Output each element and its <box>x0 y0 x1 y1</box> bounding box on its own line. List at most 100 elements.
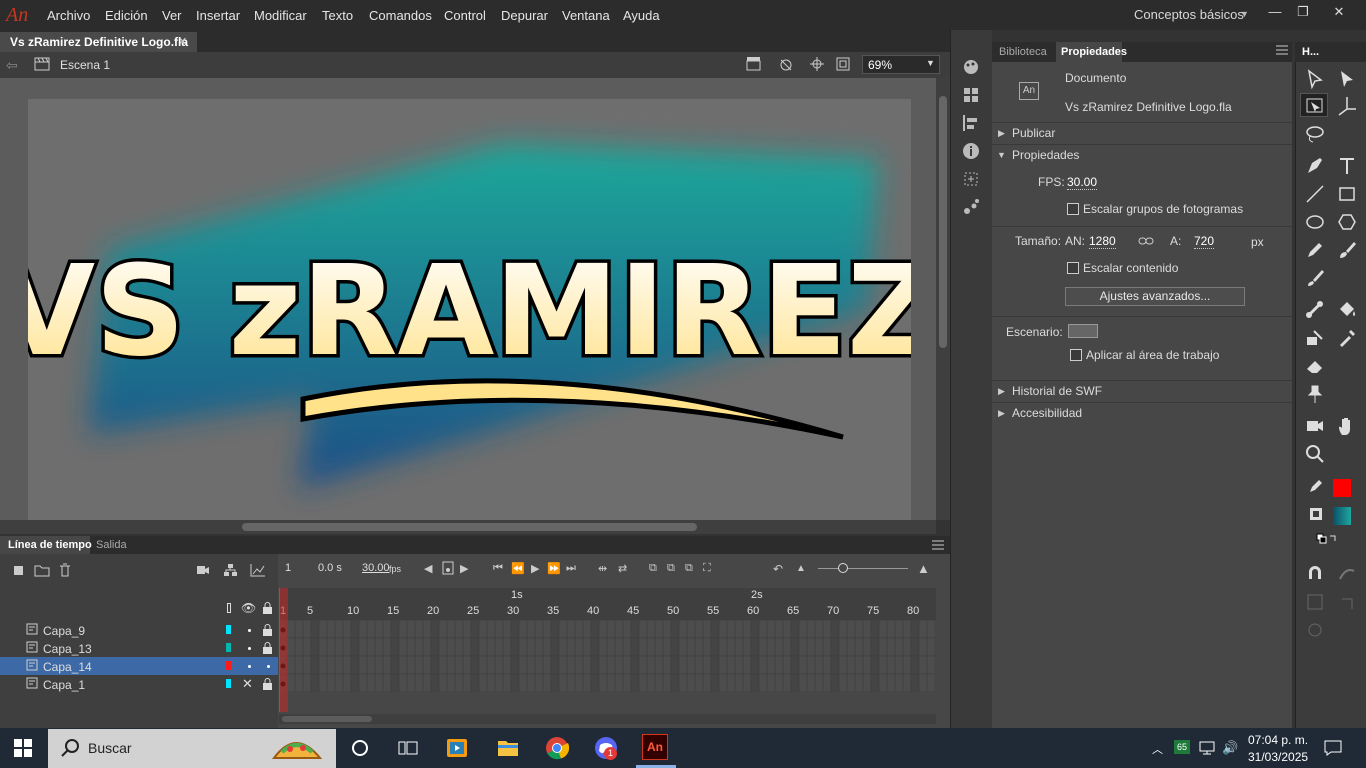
undo-icon[interactable]: ↶ <box>773 562 783 576</box>
playhead[interactable] <box>279 588 288 712</box>
polystar-tool-icon[interactable] <box>1336 211 1358 233</box>
graph-icon[interactable] <box>250 563 266 577</box>
straighten-icon[interactable] <box>1304 591 1326 613</box>
layer-name[interactable]: Capa_1 <box>43 678 85 692</box>
line-tool-icon[interactable] <box>1304 183 1326 205</box>
link-chain-icon[interactable] <box>1138 234 1154 248</box>
zoom-out-timeline-icon[interactable]: ▲ <box>796 563 806 574</box>
layer-color-swatch[interactable] <box>226 643 231 652</box>
layer-color-swatch[interactable] <box>226 679 231 688</box>
eyedropper-tool-icon[interactable] <box>1336 327 1358 349</box>
close-button[interactable]: ✕ <box>1325 2 1353 22</box>
snap-magnet-icon[interactable] <box>1304 563 1326 585</box>
text-tool-icon[interactable] <box>1336 155 1358 177</box>
layer-row[interactable]: Capa_13 <box>0 639 278 657</box>
timeline-zoom-slider[interactable] <box>818 568 908 569</box>
center-frame-icon[interactable]: ⇄ <box>618 562 627 575</box>
step-back-icon[interactable]: ⏪ <box>511 562 525 575</box>
fps-display[interactable]: 30.00 <box>362 562 390 574</box>
transform-icon[interactable] <box>962 170 980 188</box>
swatches-icon[interactable] <box>962 86 980 104</box>
layer-name[interactable]: Capa_9 <box>43 624 85 638</box>
menu-modificar[interactable]: Modificar <box>254 8 307 23</box>
selection-tool-icon[interactable] <box>1304 68 1326 90</box>
bone-tool-icon[interactable] <box>1304 299 1326 321</box>
restore-button[interactable]: ❐ <box>1289 2 1317 22</box>
insert-keyframe-icon[interactable] <box>442 561 454 575</box>
layer-lock-icon[interactable] <box>262 624 273 636</box>
paint-brush-tool-icon[interactable] <box>1336 239 1358 261</box>
timeline-zoom-handle[interactable] <box>838 563 848 573</box>
zoom-tool-icon[interactable] <box>1304 443 1326 465</box>
expand-triangle-icon[interactable]: ▶ <box>998 386 1005 397</box>
3d-rotation-tool-icon[interactable] <box>1336 95 1358 117</box>
time-display[interactable]: 0.0 s <box>318 562 342 574</box>
menu-depurar[interactable]: Depurar <box>501 8 548 23</box>
vertical-scroll-thumb[interactable] <box>939 96 947 348</box>
edit-symbol-icon[interactable] <box>778 56 796 72</box>
scale-frame-groups-checkbox[interactable] <box>1067 203 1079 215</box>
paint-bucket-tool-icon[interactable] <box>1336 299 1358 321</box>
layer-name[interactable]: Capa_13 <box>43 642 92 656</box>
taco-illustration-icon[interactable] <box>270 732 324 764</box>
play-icon[interactable]: ▶ <box>531 562 539 575</box>
components-icon[interactable] <box>962 198 980 216</box>
section-accessibility[interactable]: Accesibilidad <box>1012 406 1082 420</box>
menu-ver[interactable]: Ver <box>162 8 182 23</box>
expand-triangle-icon[interactable]: ▶ <box>998 408 1005 419</box>
panel-menu-icon[interactable] <box>1276 45 1288 55</box>
pencil-tool-icon[interactable] <box>1304 239 1326 261</box>
onion-skin-icon[interactable]: ⧉ <box>649 562 657 575</box>
rotate-icon[interactable] <box>1336 591 1358 613</box>
tray-badge[interactable]: 65 <box>1174 740 1190 754</box>
minimize-button[interactable]: — <box>1261 2 1289 22</box>
menu-comandos[interactable]: Comandos <box>369 8 432 23</box>
eraser-tool-icon[interactable] <box>1304 355 1326 377</box>
timeline-scrollbar[interactable] <box>279 714 936 724</box>
chrome-icon[interactable] <box>545 736 569 760</box>
width-tool-icon[interactable] <box>1304 327 1326 349</box>
scale-content-checkbox[interactable] <box>1067 262 1079 274</box>
stage-color-swatch[interactable] <box>1068 324 1098 338</box>
notifications-icon[interactable] <box>1324 740 1342 756</box>
prev-keyframe-icon[interactable]: ◀ <box>424 562 432 575</box>
camera-tool-icon[interactable] <box>1304 415 1326 437</box>
oval-tool-icon[interactable] <box>1304 211 1326 233</box>
zoom-in-timeline-icon[interactable]: ▲ <box>917 561 930 576</box>
layer-lock-icon[interactable] <box>262 642 273 654</box>
width-input[interactable]: 1280 <box>1089 234 1116 249</box>
layer-name[interactable]: Capa_14 <box>43 660 92 674</box>
apply-pasteboard-checkbox[interactable] <box>1070 349 1082 361</box>
volume-icon[interactable]: 🔊 <box>1222 740 1238 756</box>
layer-unlocked-dot[interactable] <box>267 665 270 668</box>
tab-propiedades[interactable]: Propiedades <box>1061 46 1127 58</box>
advanced-settings-button[interactable]: Ajustes avanzados... <box>1065 287 1245 306</box>
network-icon[interactable] <box>1198 740 1216 756</box>
expand-triangle-icon[interactable]: ▶ <box>998 128 1005 139</box>
edit-scene-icon[interactable] <box>746 56 764 72</box>
onion-skin-outlines-icon[interactable]: ⧉ <box>667 562 675 575</box>
align-icon[interactable] <box>962 114 980 132</box>
menu-edicion[interactable]: Edición <box>105 8 148 23</box>
lock-icon[interactable] <box>262 602 273 614</box>
horizontal-scroll-thumb[interactable] <box>242 523 697 531</box>
close-tab-icon[interactable]: ✕ <box>178 35 187 48</box>
pin-tool-icon[interactable] <box>1304 383 1326 405</box>
media-player-icon[interactable] <box>446 737 468 759</box>
hand-tool-icon[interactable] <box>1336 415 1358 437</box>
section-propiedades[interactable]: Propiedades <box>1012 148 1079 162</box>
clip-stage-icon[interactable] <box>835 56 851 72</box>
info-icon[interactable] <box>962 142 980 160</box>
task-view-icon[interactable] <box>398 739 418 757</box>
panel-menu-icon[interactable] <box>932 540 944 550</box>
layer-lock-icon[interactable] <box>262 678 273 690</box>
height-input[interactable]: 720 <box>1194 234 1215 249</box>
tab-biblioteca[interactable]: Biblioteca <box>999 46 1047 58</box>
menu-texto[interactable]: Texto <box>322 8 353 23</box>
section-publicar[interactable]: Publicar <box>1012 126 1055 140</box>
scene-name[interactable]: Escena 1 <box>60 58 110 72</box>
clock-date[interactable]: 31/03/2025 <box>1248 750 1308 764</box>
new-layer-icon[interactable] <box>12 563 26 577</box>
layer-hidden-x-icon[interactable]: ✕ <box>242 676 253 692</box>
menu-archivo[interactable]: Archivo <box>47 8 90 23</box>
